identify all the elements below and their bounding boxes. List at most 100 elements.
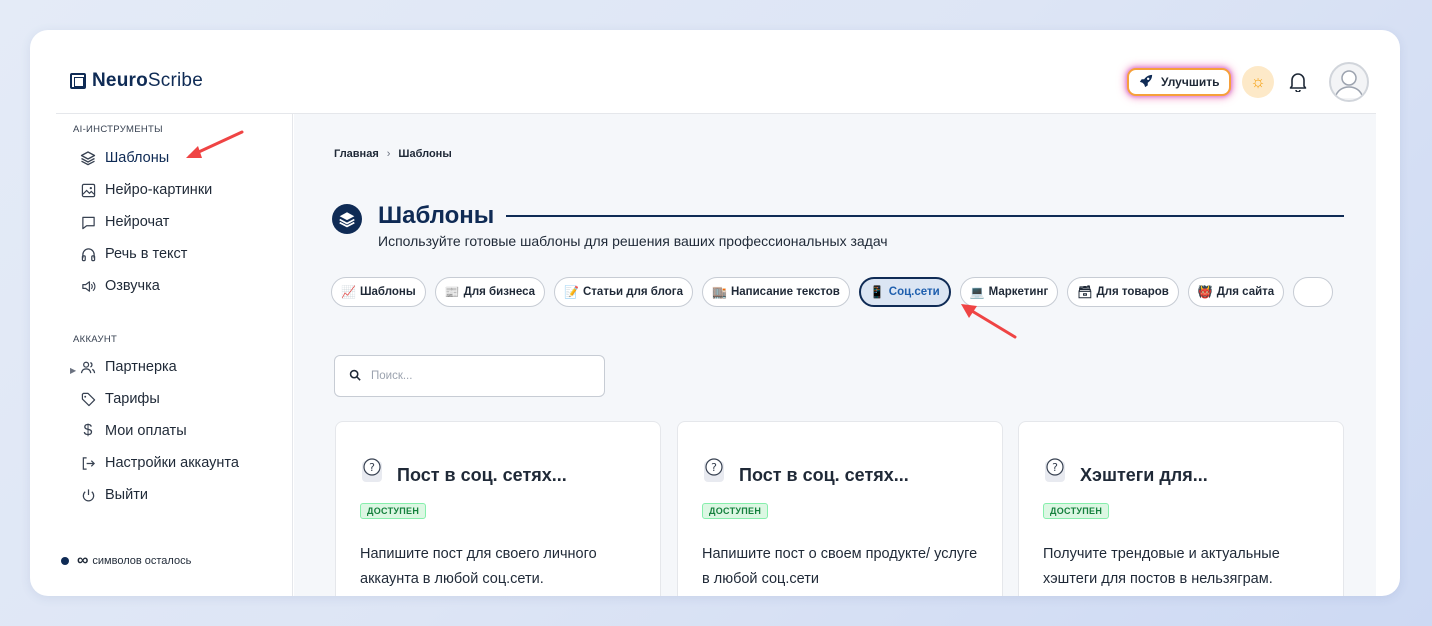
card-title: Пост в соц. сетях... xyxy=(739,465,909,485)
chip-templates[interactable]: 📈 Шаблоны xyxy=(331,277,426,307)
sidebar-item-logout[interactable]: Выйти xyxy=(80,487,148,503)
sidebar-item-label: Мои оплаты xyxy=(105,423,187,439)
chip-label: Написание текстов xyxy=(730,286,840,298)
page-subtitle: Используйте готовые шаблоны для решения … xyxy=(378,233,888,249)
breadcrumb-home[interactable]: Главная xyxy=(334,148,379,160)
sidebar-item-label: Шаблоны xyxy=(105,150,170,166)
search-placeholder: Поиск... xyxy=(371,370,413,382)
sidebar: AI-ИНСТРУМЕНТЫ Шаблоны Нейро-картинки Не… xyxy=(56,114,293,596)
search-input[interactable]: Поиск... xyxy=(334,355,605,397)
section-title-account: АККАУНТ xyxy=(73,334,118,345)
credits-indicator: ∞ символов осталось xyxy=(61,552,191,570)
title-divider xyxy=(506,215,1344,217)
avatar[interactable] xyxy=(1329,62,1369,102)
user-avatar-icon xyxy=(1334,70,1364,99)
layers-icon xyxy=(332,204,362,234)
card-title: Пост в соц. сетях... xyxy=(397,465,567,485)
sidebar-item-speech-to-text[interactable]: Речь в текст xyxy=(80,246,187,262)
sidebar-item-templates[interactable]: Шаблоны xyxy=(80,150,169,166)
logo-icon xyxy=(70,73,86,89)
app-window: NeuroScribe Улучшить ☼ AI-ИНСТРУМЕНТЫ Ша… xyxy=(30,30,1400,596)
breadcrumb: Главная › Шаблоны xyxy=(334,148,452,160)
phone-emoji-icon: 📱 xyxy=(869,285,885,299)
logout-arrow-icon xyxy=(80,455,96,471)
chip-label: Статьи для блога xyxy=(583,286,683,298)
main-content: Главная › Шаблоны Шаблоны Используйте го… xyxy=(294,114,1376,596)
logo-rest: Scribe xyxy=(147,70,203,91)
credits-label: символов осталось xyxy=(92,555,192,567)
template-card[interactable]: ? Пост в соц. сетях... ДОСТУПЕН Напишите… xyxy=(335,421,661,596)
box-emoji-icon: 🗃 xyxy=(1077,285,1093,299)
chart-emoji-icon: 📈 xyxy=(341,285,356,299)
caret-right-icon[interactable]: ▶ xyxy=(70,366,76,375)
status-badge: ДОСТУПЕН xyxy=(360,503,427,519)
card-description: Напишите пост о своем продукте/ услуге в… xyxy=(702,546,978,587)
sun-icon: ☼ xyxy=(1250,72,1266,91)
chip-label: Шаблоны xyxy=(359,286,416,298)
rocket-icon xyxy=(1139,74,1153,91)
template-card[interactable]: ? Пост в соц. сетях... ДОСТУПЕН Напишите… xyxy=(677,421,1003,596)
chip-marketing[interactable]: 💻 Маркетинг xyxy=(959,277,1059,307)
chip-blog-articles[interactable]: 📝 Статьи для блога xyxy=(554,277,693,307)
card-description: Напишите пост для своего личного аккаунт… xyxy=(360,546,597,587)
logo[interactable]: NeuroScribe xyxy=(70,70,203,92)
card-title: Хэштеги для... xyxy=(1080,465,1208,485)
mask-emoji-icon: 👹 xyxy=(1197,285,1213,299)
sidebar-item-my-payments[interactable]: $ Мои оплаты xyxy=(80,422,187,439)
sidebar-item-label: Нейро-картинки xyxy=(105,182,213,198)
status-dot xyxy=(61,557,69,565)
image-icon xyxy=(80,182,96,198)
sidebar-item-label: Речь в текст xyxy=(105,246,188,262)
svg-text:?: ? xyxy=(711,461,717,474)
layers-icon xyxy=(80,150,96,166)
category-chips: 📈 Шаблоны 📰 Для бизнеса 📝 Статьи для бло… xyxy=(331,277,1334,307)
upgrade-button[interactable]: Улучшить xyxy=(1127,68,1232,96)
sidebar-item-voiceover[interactable]: Озвучка xyxy=(80,278,160,294)
chip-for-business[interactable]: 📰 Для бизнеса xyxy=(434,277,546,307)
question-icon: ? xyxy=(362,458,382,482)
template-card[interactable]: ? Хэштеги для... ДОСТУПЕН Получите тренд… xyxy=(1018,421,1344,596)
status-badge: ДОСТУПЕН xyxy=(702,503,769,519)
top-bar: NeuroScribe Улучшить ☼ xyxy=(56,30,1376,114)
upgrade-label: Улучшить xyxy=(1161,75,1220,89)
newspaper-emoji-icon: 📰 xyxy=(444,285,460,299)
chip-social-networks[interactable]: 📱 Соц.сети xyxy=(858,277,951,307)
search-icon xyxy=(349,369,361,384)
store-emoji-icon: 🏬 xyxy=(712,285,727,299)
svg-text:?: ? xyxy=(369,461,375,474)
sidebar-item-neuro-images[interactable]: Нейро-картинки xyxy=(80,182,212,198)
users-icon xyxy=(80,359,96,375)
logo-bold: Neuro xyxy=(92,70,148,91)
chip-label: Соц.сети xyxy=(888,286,940,298)
chip-copywriting[interactable]: 🏬 Написание текстов xyxy=(702,277,850,307)
sidebar-item-label: Тарифы xyxy=(105,391,160,407)
chip-label: Для бизнеса xyxy=(463,286,536,298)
question-icon: ? xyxy=(1045,458,1065,482)
chip-for-products[interactable]: 🗃 Для товаров xyxy=(1067,277,1179,307)
sidebar-item-account-settings[interactable]: Настройки аккаунта xyxy=(80,455,239,471)
question-icon: ? xyxy=(704,458,724,482)
sidebar-item-label: Выйти xyxy=(105,487,148,503)
chip-label: Для сайта xyxy=(1216,286,1275,298)
sidebar-item-tariffs[interactable]: Тарифы xyxy=(80,391,160,407)
chip-label: Для товаров xyxy=(1096,286,1169,298)
power-icon xyxy=(80,487,96,503)
headphones-icon xyxy=(80,246,96,262)
credits-count: ∞ xyxy=(77,552,89,569)
bell-icon xyxy=(1289,73,1307,92)
theme-toggle-button[interactable]: ☼ xyxy=(1242,66,1274,98)
sidebar-item-label: Нейрочат xyxy=(105,214,170,230)
chevron-right-icon: › xyxy=(386,148,391,160)
memo-emoji-icon: 📝 xyxy=(564,285,579,299)
sidebar-item-neurochat[interactable]: Нейрочат xyxy=(80,214,169,230)
sidebar-item-partner[interactable]: Партнерка xyxy=(80,359,177,375)
sidebar-item-label: Партнерка xyxy=(105,359,177,375)
section-title-tools: AI-ИНСТРУМЕНТЫ xyxy=(73,124,163,135)
card-description: Получите трендовые и актуальные хэштеги … xyxy=(1043,546,1280,587)
svg-text:?: ? xyxy=(1052,461,1058,474)
sidebar-item-label: Озвучка xyxy=(105,278,160,294)
notifications-button[interactable] xyxy=(1287,71,1309,93)
chip-more[interactable] xyxy=(1293,277,1334,307)
chip-for-website[interactable]: 👹 Для сайта xyxy=(1187,277,1285,307)
chat-icon xyxy=(80,214,96,230)
